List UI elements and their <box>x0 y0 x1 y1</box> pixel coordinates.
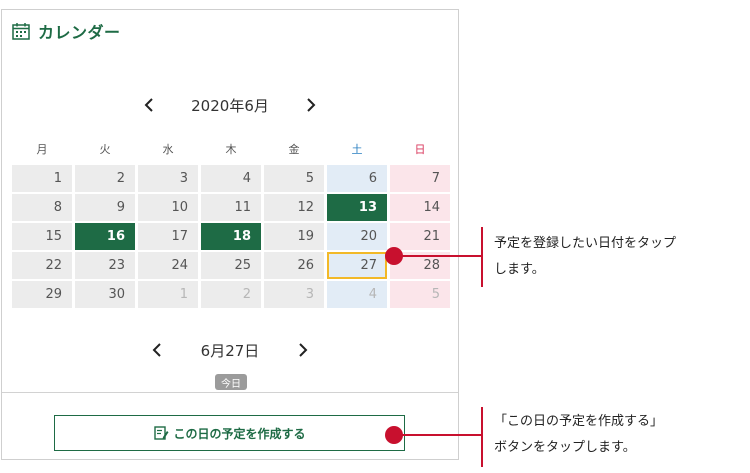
panel-header: カレンダー <box>12 21 121 42</box>
calendar-day-scheduled[interactable]: 13 <box>327 194 387 221</box>
calendar-panel: カレンダー 2020年6月 月 火 水 木 金 土 日 1 2 3 4 5 6 … <box>1 9 459 460</box>
month-label: 2020年6月 <box>191 96 269 115</box>
calendar-day[interactable]: 25 <box>201 252 261 279</box>
calendar-day-next-month[interactable]: 3 <box>264 281 324 308</box>
next-day-button[interactable] <box>291 338 315 362</box>
calendar-day[interactable]: 12 <box>264 194 324 221</box>
calendar-day[interactable]: 19 <box>264 223 324 250</box>
calendar-day-scheduled[interactable]: 16 <box>75 223 135 250</box>
chevron-left-icon <box>144 98 153 112</box>
month-navigation: 2020年6月 <box>2 93 458 117</box>
calendar-day[interactable]: 21 <box>390 223 450 250</box>
weekday-label-sunday: 日 <box>414 143 426 156</box>
calendar-day[interactable]: 20 <box>327 223 387 250</box>
calendar-day[interactable]: 17 <box>138 223 198 250</box>
calendar-day[interactable]: 8 <box>12 194 72 221</box>
calendar-day[interactable]: 11 <box>201 194 261 221</box>
calendar-day[interactable]: 22 <box>12 252 72 279</box>
calendar-day[interactable]: 1 <box>12 165 72 192</box>
date-navigation: 6月27日 <box>2 338 458 362</box>
weekday-label: 水 <box>162 143 174 156</box>
selected-date-label: 6月27日 <box>200 341 260 360</box>
calendar-day[interactable]: 30 <box>75 281 135 308</box>
today-button[interactable]: 今日 <box>215 374 247 390</box>
calendar-day[interactable]: 14 <box>390 194 450 221</box>
chevron-right-icon <box>299 343 308 357</box>
panel-title: カレンダー <box>38 23 121 42</box>
callout-line-date <box>394 255 482 257</box>
divider <box>2 392 458 393</box>
callout-line-1: 予定を登録したい日付をタップ <box>494 236 677 251</box>
calendar-day[interactable]: 10 <box>138 194 198 221</box>
calendar-day[interactable]: 6 <box>327 165 387 192</box>
weekday-label: 木 <box>225 143 237 156</box>
next-month-button[interactable] <box>299 93 323 117</box>
calendar-grid: 1 2 3 4 5 6 7 8 9 10 11 12 13 14 15 16 1… <box>12 165 450 308</box>
weekday-header: 月 火 水 木 金 土 日 <box>12 141 450 157</box>
calendar-day[interactable]: 5 <box>264 165 324 192</box>
calendar-day[interactable]: 15 <box>12 223 72 250</box>
chevron-right-icon <box>307 98 316 112</box>
chevron-left-icon <box>152 343 161 357</box>
prev-day-button[interactable] <box>145 338 169 362</box>
calendar-day[interactable]: 26 <box>264 252 324 279</box>
calendar-day[interactable]: 2 <box>75 165 135 192</box>
calendar-day-selected[interactable]: 27 <box>327 252 387 279</box>
calendar-day[interactable]: 29 <box>12 281 72 308</box>
callout-bar-date <box>481 227 483 287</box>
prev-month-button[interactable] <box>137 93 161 117</box>
create-schedule-label: この日の予定を作成する <box>173 426 306 441</box>
calendar-day-next-month[interactable]: 1 <box>138 281 198 308</box>
weekday-label: 金 <box>288 143 300 156</box>
weekday-label: 火 <box>99 143 111 156</box>
calendar-icon <box>12 23 30 40</box>
callout-text-date: 予定を登録したい日付をタップ します。 <box>494 231 676 283</box>
callout-line-button <box>394 434 482 436</box>
create-schedule-button[interactable]: この日の予定を作成する <box>54 415 405 451</box>
weekday-label-saturday: 土 <box>351 143 363 156</box>
weekday-label: 月 <box>36 143 48 156</box>
calendar-day-scheduled[interactable]: 18 <box>201 223 261 250</box>
calendar-day[interactable]: 4 <box>201 165 261 192</box>
callout-line-2: ボタンをタップします。 <box>494 440 636 455</box>
calendar-day[interactable]: 3 <box>138 165 198 192</box>
calendar-day-next-month[interactable]: 4 <box>327 281 387 308</box>
note-edit-icon <box>154 426 169 440</box>
calendar-day[interactable]: 23 <box>75 252 135 279</box>
callout-line-1: 「この日の予定を作成する」 <box>494 414 664 429</box>
calendar-day[interactable]: 24 <box>138 252 198 279</box>
callout-line-2: します。 <box>494 262 545 277</box>
calendar-day[interactable]: 9 <box>75 194 135 221</box>
calendar-day[interactable]: 7 <box>390 165 450 192</box>
callout-text-button: 「この日の予定を作成する」 ボタンをタップします。 <box>494 409 663 461</box>
calendar-day-next-month[interactable]: 5 <box>390 281 450 308</box>
callout-bar-button <box>481 407 483 467</box>
calendar-day-next-month[interactable]: 2 <box>201 281 261 308</box>
